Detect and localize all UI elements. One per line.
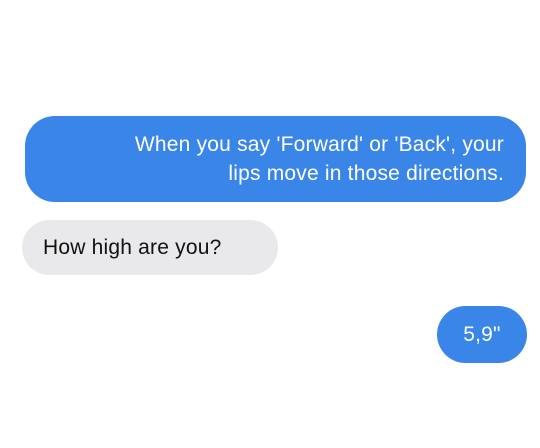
incoming-message-bubble[interactable]: How high are you? [22, 220, 278, 275]
outgoing-message-bubble[interactable]: 5,9" [437, 306, 527, 363]
outgoing-message-bubble[interactable]: When you say 'Forward' or 'Back', your l… [25, 116, 526, 202]
message-thread: When you say 'Forward' or 'Back', your l… [0, 0, 540, 448]
